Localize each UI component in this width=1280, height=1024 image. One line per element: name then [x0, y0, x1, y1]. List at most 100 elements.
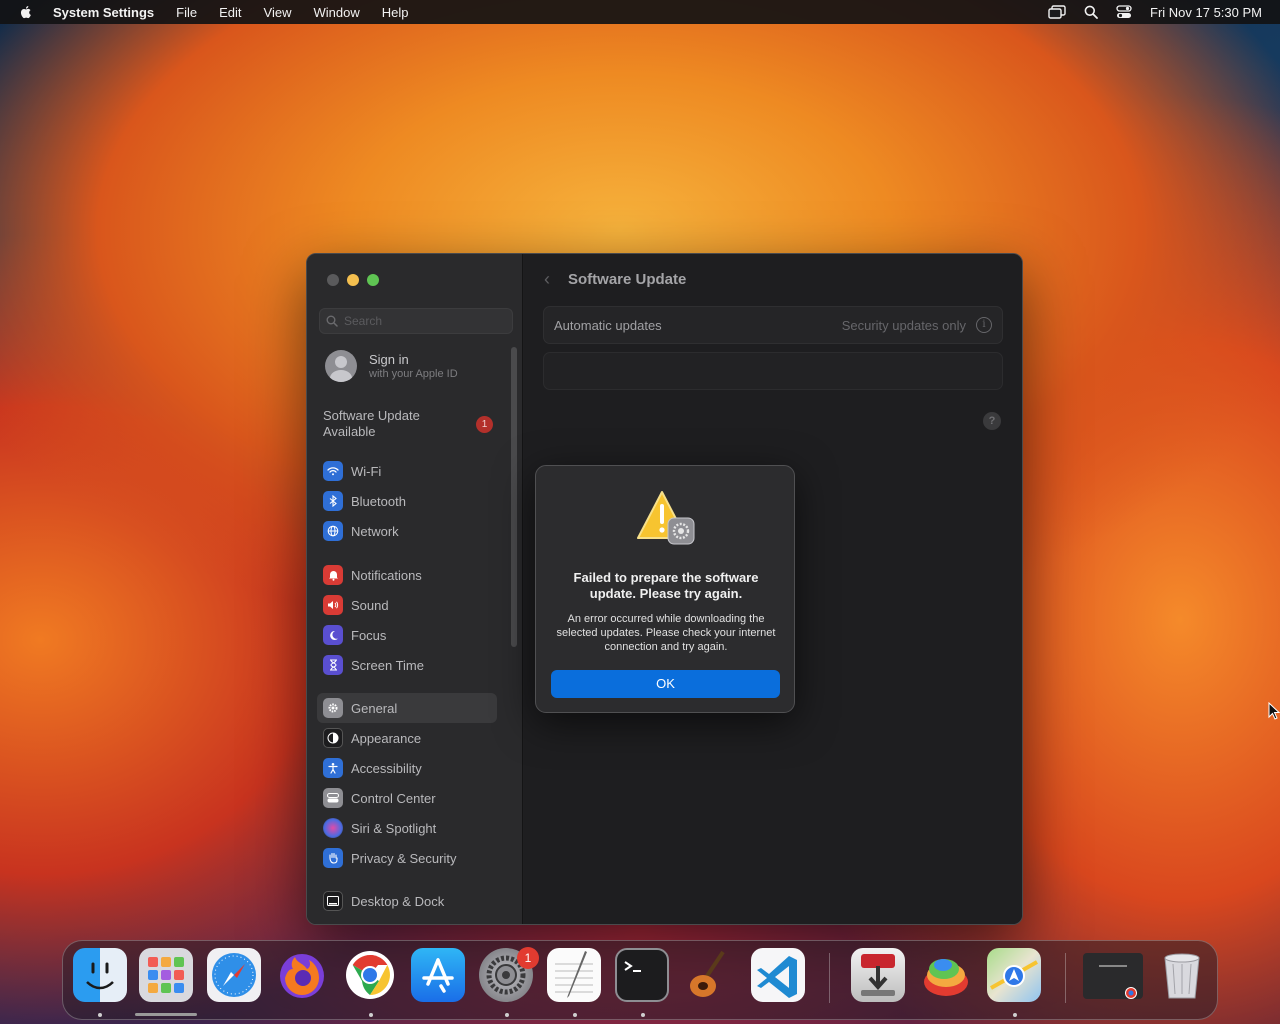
traffic-lights [327, 274, 379, 286]
ok-button[interactable]: OK [551, 670, 780, 698]
menu-clock[interactable]: Fri Nov 17 5:30 PM [1150, 5, 1262, 20]
transmission-icon[interactable] [851, 948, 905, 1002]
automatic-updates-row: Automatic updates Security updates only … [543, 306, 1003, 344]
menu-help[interactable]: Help [382, 5, 409, 20]
sidebar: Sign in with your Apple ID Software Upda… [307, 254, 523, 924]
apple-logo-icon[interactable] [18, 4, 34, 20]
speaker-icon [323, 595, 343, 615]
dock-separator [1065, 953, 1066, 1003]
sidebar-group-general: General Appearance Accessibility Control… [317, 693, 497, 873]
sidebar-item-network[interactable]: Network [317, 516, 497, 546]
sidebar-item-label: Siri & Spotlight [351, 820, 437, 836]
info-icon[interactable]: i [976, 317, 992, 333]
chrome-icon[interactable] [343, 948, 397, 1002]
running-indicator [369, 1013, 373, 1017]
sidebar-item-label: General [351, 700, 398, 716]
sign-in-title: Sign in [369, 352, 409, 367]
hourglass-icon [323, 655, 343, 675]
sidebar-item-label: Focus [351, 627, 387, 643]
software-update-available-label: Software Update Available [323, 408, 420, 439]
sidebar-item-accessibility[interactable]: Accessibility [317, 753, 497, 783]
finder-icon[interactable] [73, 948, 127, 1002]
maps-icon[interactable] [987, 948, 1041, 1002]
sidebar-item-focus[interactable]: Focus [317, 620, 497, 650]
chevron-left-icon[interactable]: ‹ [544, 269, 550, 290]
running-indicator [573, 1013, 577, 1017]
alert-heading: Failed to prepare the software update. P… [573, 570, 759, 601]
safari-icon[interactable] [207, 948, 261, 1002]
page-title: Software Update [568, 271, 687, 288]
sidebar-item-sound[interactable]: Sound [317, 590, 497, 620]
sidebar-item-screen-time[interactable]: Screen Time [317, 650, 497, 680]
trash-icon[interactable] [1155, 948, 1209, 1002]
gear-icon [323, 698, 343, 718]
sidebar-item-desktop-dock[interactable]: Desktop & Dock [317, 886, 497, 916]
sidebar-item-label: Wi-Fi [351, 463, 382, 479]
launchpad-icon[interactable] [139, 948, 193, 1002]
zoom-window-button[interactable] [367, 274, 379, 286]
firefox-icon[interactable] [275, 948, 329, 1002]
sidebar-item-appearance[interactable]: Appearance [317, 723, 497, 753]
sidebar-item-label: Appearance [351, 730, 422, 746]
error-alert-dialog: Failed to prepare the software update. P… [535, 465, 795, 713]
sidebar-item-label: Notifications [351, 567, 422, 583]
plasticity-icon[interactable] [919, 948, 973, 1002]
bluetooth-icon [323, 491, 343, 511]
menu-view[interactable]: View [264, 5, 292, 20]
running-indicator [98, 1013, 102, 1017]
running-indicator [505, 1013, 509, 1017]
help-icon[interactable]: ? [983, 412, 1001, 430]
sidebar-item-label: Sound [351, 597, 389, 613]
sidebar-item-label: Privacy & Security [351, 850, 457, 866]
software-update-available[interactable]: Software Update Available 1 [323, 408, 493, 440]
spotlight-search-icon[interactable] [1084, 5, 1098, 19]
menu-file[interactable]: File [176, 5, 197, 20]
sidebar-scrollbar[interactable] [511, 347, 517, 647]
vscode-icon[interactable] [751, 948, 805, 1002]
sign-in-subtitle: with your Apple ID [369, 368, 458, 380]
sidebar-item-label: Bluetooth [351, 493, 406, 509]
bell-icon [323, 565, 343, 585]
sidebar-item-label: Accessibility [351, 760, 422, 776]
sidebar-item-privacy-security[interactable]: Privacy & Security [317, 843, 497, 873]
content-titlebar: ‹ Software Update [544, 269, 686, 290]
sidebar-item-general[interactable]: General [317, 693, 497, 723]
control-center-icon[interactable] [1116, 5, 1132, 19]
close-window-button[interactable] [327, 274, 339, 286]
apple-id-sign-in[interactable]: Sign in with your Apple ID [325, 350, 458, 382]
sidebar-group-desktop: Desktop & Dock [317, 886, 497, 916]
sidebar-group-notifications: Notifications Sound Focus Screen Time [317, 560, 497, 680]
accessibility-icon [323, 758, 343, 778]
dock-scroll-indicator [135, 1013, 197, 1016]
moon-icon [323, 625, 343, 645]
minimize-window-button[interactable] [347, 274, 359, 286]
alert-message: An error occurred while downloading the … [556, 613, 776, 653]
sidebar-item-bluetooth[interactable]: Bluetooth [317, 486, 497, 516]
sidebar-item-control-center[interactable]: Control Center [317, 783, 497, 813]
sidebar-item-label: Network [351, 523, 399, 539]
sidebar-search[interactable] [319, 308, 513, 334]
terminal-icon[interactable] [615, 948, 669, 1002]
app-store-icon[interactable] [411, 948, 465, 1002]
garageband-icon[interactable] [683, 948, 737, 1002]
warning-settings-icon [634, 488, 698, 546]
minimized-window-icon[interactable] [1083, 953, 1143, 999]
menu-app-name[interactable]: System Settings [53, 5, 154, 20]
search-input[interactable] [344, 314, 504, 328]
siri-icon [323, 818, 343, 838]
sidebar-item-notifications[interactable]: Notifications [317, 560, 497, 590]
running-indicator [1013, 1013, 1017, 1017]
textedit-icon[interactable] [547, 948, 601, 1002]
sidebar-item-siri-spotlight[interactable]: Siri & Spotlight [317, 813, 497, 843]
screen-mirroring-icon[interactable] [1048, 5, 1066, 19]
hand-icon [323, 848, 343, 868]
dock: 1 [62, 940, 1218, 1020]
menu-window[interactable]: Window [313, 5, 359, 20]
control-center-icon [323, 788, 343, 808]
menu-edit[interactable]: Edit [219, 5, 241, 20]
update-status-card [543, 352, 1003, 390]
globe-icon [323, 521, 343, 541]
menu-bar: System Settings File Edit View Window He… [0, 0, 1280, 24]
sidebar-item-wifi[interactable]: Wi-Fi [317, 456, 497, 486]
sidebar-item-label: Screen Time [351, 657, 424, 673]
